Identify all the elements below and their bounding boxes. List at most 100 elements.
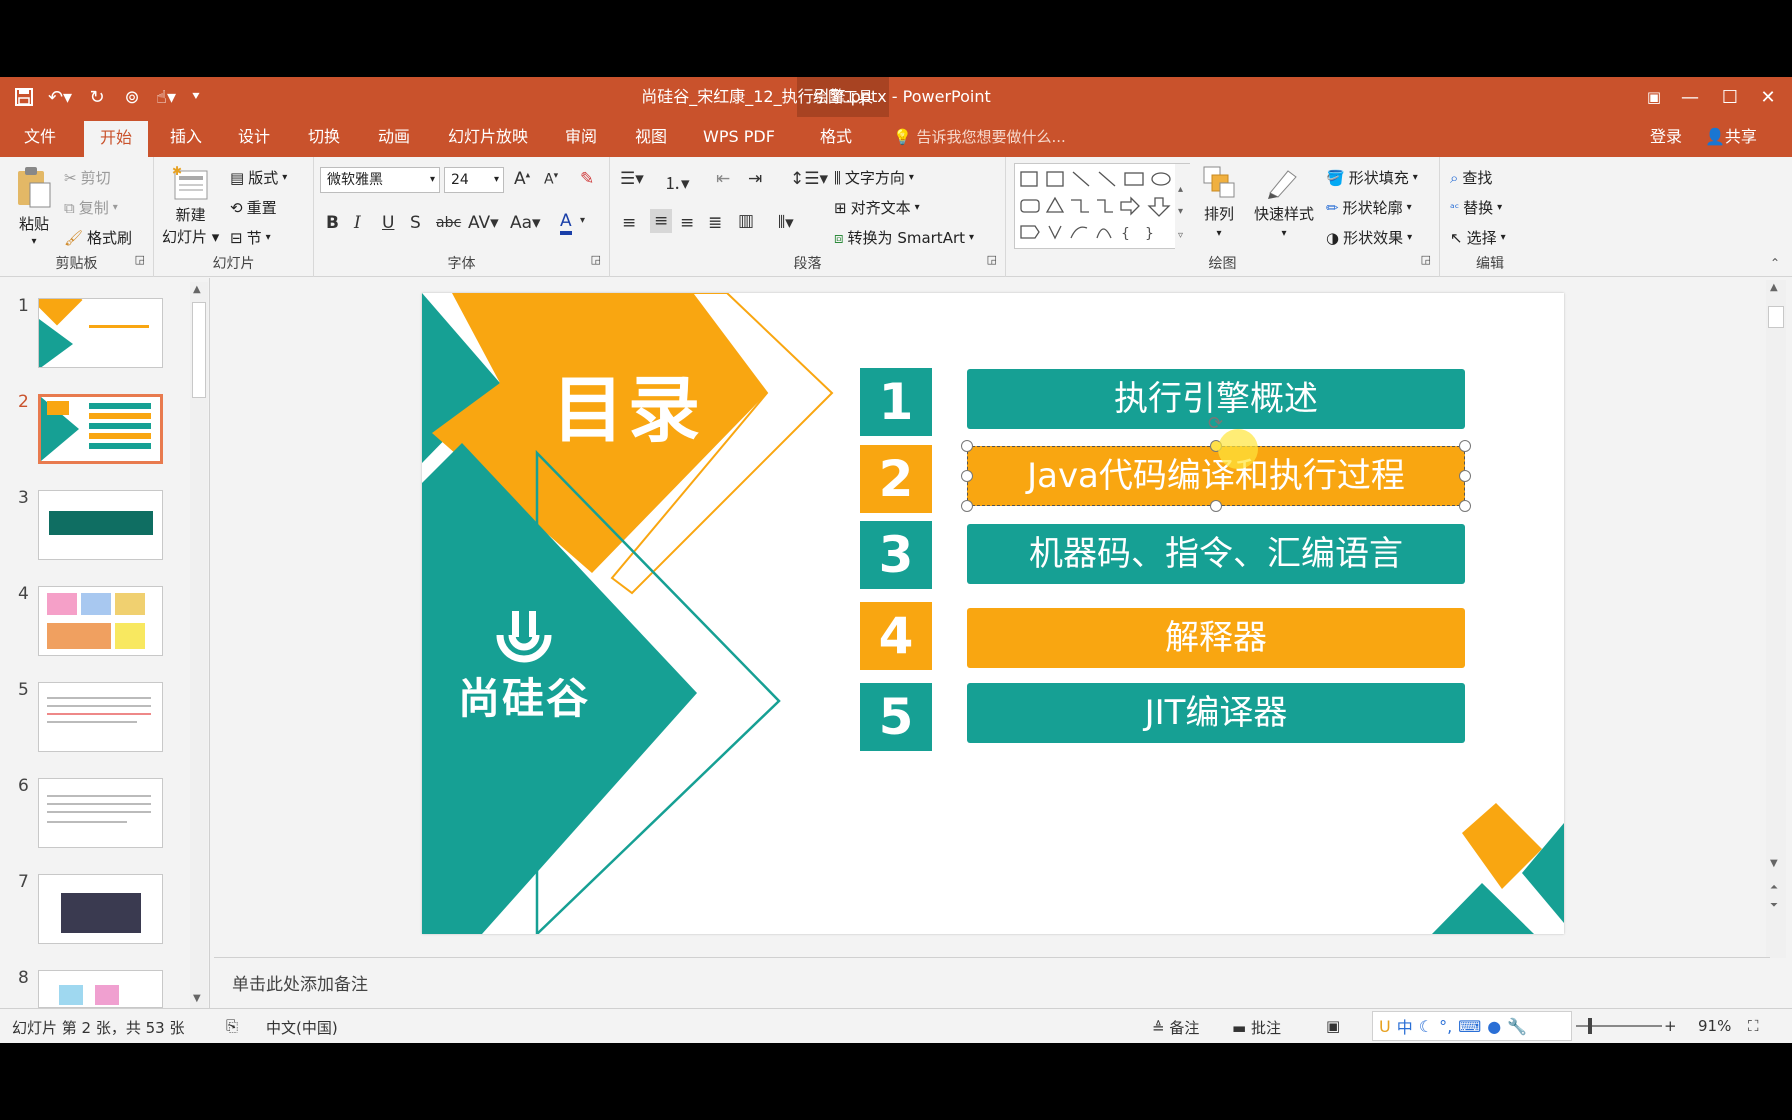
slide-thumbnail-8[interactable] bbox=[38, 970, 163, 1008]
font-color-dropdown-icon[interactable]: ▾ bbox=[580, 215, 585, 226]
rotate-handle-icon[interactable]: ⟳ bbox=[1208, 413, 1223, 434]
text-direction-button[interactable]: ⫼ 文字方向 ▾ bbox=[834, 167, 914, 188]
align-right-icon[interactable]: ≡ bbox=[680, 213, 694, 233]
copy-button[interactable]: ⧉ 复制 ▾ bbox=[64, 197, 118, 218]
font-name-select[interactable]: 微软雅黑 ▾ bbox=[320, 167, 440, 193]
align-center-icon[interactable]: ≡ bbox=[650, 209, 673, 233]
resize-handle[interactable] bbox=[1459, 470, 1471, 482]
resize-handle[interactable] bbox=[961, 500, 973, 512]
tell-me-box[interactable]: 💡 告诉我您想要做什么... bbox=[893, 117, 1066, 157]
slide-canvas[interactable]: 目录 尚硅谷 1 执行引擎概述 2 Java代码编译和执行过程 ⟳ 3 机器码、… bbox=[422, 293, 1564, 934]
distributed-icon[interactable]: ▥ bbox=[738, 211, 754, 231]
quick-styles-button[interactable]: 快速样式 ▾ bbox=[1254, 165, 1314, 239]
slide-thumbnail-5[interactable] bbox=[38, 682, 163, 752]
new-slide-button[interactable]: ✱ 新建 幻灯片 ▾ bbox=[162, 165, 219, 247]
thumbnail-scrollbar[interactable]: ▲ ▼ bbox=[190, 282, 208, 1008]
line-spacing-icon[interactable]: ↕☰▾ bbox=[790, 169, 828, 189]
slide-thumbnail-6[interactable] bbox=[38, 778, 163, 848]
comments-toggle[interactable]: ▬ 批注 bbox=[1232, 1017, 1281, 1038]
arrange-button[interactable]: 排列 ▾ bbox=[1202, 165, 1236, 239]
ime-toolbar[interactable]: U 中 ☾ °, ⌨ ● 🔧 bbox=[1372, 1011, 1572, 1041]
text-shadow-icon[interactable]: S bbox=[410, 213, 421, 233]
resize-handle[interactable] bbox=[1459, 500, 1471, 512]
grow-font-icon[interactable]: A▴ bbox=[514, 169, 530, 189]
toc-item[interactable]: 解释器 bbox=[967, 608, 1465, 668]
shape-outline-button[interactable]: ✏ 形状轮廓 ▾ bbox=[1326, 197, 1412, 218]
drawing-dialog-launcher-icon[interactable]: ◲ bbox=[1421, 253, 1431, 266]
scroll-up-icon[interactable]: ▲ bbox=[193, 284, 201, 295]
canvas-scroll-up-icon[interactable]: ▲ bbox=[1770, 282, 1778, 293]
tab-slideshow[interactable]: 幻灯片放映 bbox=[440, 117, 536, 157]
align-left-icon[interactable]: ≡ bbox=[622, 213, 636, 233]
ribbon-display-options-icon[interactable]: ▣ bbox=[1636, 81, 1672, 113]
bold-icon[interactable]: B bbox=[326, 213, 339, 233]
columns-icon[interactable]: ⫴▾ bbox=[778, 213, 794, 233]
spellcheck-icon[interactable]: ⎘ bbox=[226, 1017, 238, 1035]
replace-button[interactable]: ᵃᶜ 替换 ▾ bbox=[1450, 197, 1502, 218]
strikethrough-icon[interactable]: abc bbox=[436, 215, 461, 231]
convert-smartart-button[interactable]: ⧈ 转换为 SmartArt ▾ bbox=[834, 227, 974, 248]
notes-placeholder[interactable]: 单击此处添加备注 bbox=[232, 970, 368, 995]
slide-thumbnail-1[interactable] bbox=[38, 298, 163, 368]
cut-button[interactable]: ✂ 剪切 bbox=[64, 167, 111, 188]
font-dialog-launcher-icon[interactable]: ◲ bbox=[591, 253, 601, 266]
fit-to-window-icon[interactable]: ⛶ bbox=[1748, 1017, 1759, 1035]
increase-indent-icon[interactable]: ⇥ bbox=[748, 169, 762, 189]
dialog-launcher-icon[interactable]: ◲ bbox=[135, 253, 145, 266]
shape-effects-button[interactable]: ◑ 形状效果 ▾ bbox=[1326, 227, 1412, 248]
slide-thumbnail-2[interactable] bbox=[38, 394, 163, 464]
canvas-scrollbar[interactable]: ▲ ▼ ⏶ ⏷ bbox=[1766, 280, 1786, 958]
reset-button[interactable]: ⟲ 重置 bbox=[230, 197, 277, 218]
toc-item[interactable]: 机器码、指令、汇编语言 bbox=[967, 524, 1465, 584]
tab-home[interactable]: 开始 bbox=[84, 121, 148, 157]
justify-icon[interactable]: ≣ bbox=[708, 213, 722, 233]
tab-design[interactable]: 设计 bbox=[228, 117, 280, 157]
paste-button[interactable]: 粘贴 ▾ bbox=[14, 165, 54, 247]
resize-handle[interactable] bbox=[1210, 500, 1222, 512]
scroll-thumb[interactable] bbox=[192, 302, 206, 398]
paragraph-dialog-launcher-icon[interactable]: ◲ bbox=[987, 253, 997, 266]
numbering-icon[interactable]: ⒈▾ bbox=[664, 169, 690, 194]
tab-animations[interactable]: 动画 bbox=[368, 117, 420, 157]
scroll-down-icon[interactable]: ▼ bbox=[193, 993, 201, 1004]
notes-pane[interactable]: 单击此处添加备注 bbox=[214, 957, 1770, 1008]
toc-item[interactable]: JIT编译器 bbox=[967, 683, 1465, 743]
maximize-icon[interactable]: ☐ bbox=[1712, 81, 1748, 113]
resize-handle[interactable] bbox=[961, 470, 973, 482]
font-size-select[interactable]: 24 ▾ bbox=[444, 167, 504, 193]
font-color-icon[interactable]: A bbox=[560, 211, 572, 235]
section-button[interactable]: ⊟ 节 ▾ bbox=[230, 227, 271, 248]
minimize-icon[interactable]: — bbox=[1672, 81, 1708, 113]
slide-thumbnail-4[interactable] bbox=[38, 586, 163, 656]
close-icon[interactable]: ✕ bbox=[1750, 81, 1786, 113]
tab-file[interactable]: 文件 bbox=[12, 117, 68, 157]
tab-review[interactable]: 审阅 bbox=[555, 117, 607, 157]
canvas-scroll-thumb[interactable] bbox=[1768, 306, 1784, 328]
decrease-indent-icon[interactable]: ⇤ bbox=[716, 169, 730, 189]
slide-thumbnail-3[interactable] bbox=[38, 490, 163, 560]
change-case-icon[interactable]: Aa▾ bbox=[510, 213, 541, 233]
resize-handle[interactable] bbox=[1459, 440, 1471, 452]
shrink-font-icon[interactable]: A▾ bbox=[544, 171, 558, 188]
italic-icon[interactable]: I bbox=[354, 213, 361, 233]
format-painter-button[interactable]: 🖌 格式刷 bbox=[64, 227, 132, 248]
zoom-in-icon[interactable]: + bbox=[1664, 1017, 1677, 1035]
character-spacing-icon[interactable]: AV▾ bbox=[468, 213, 499, 233]
tab-wps-pdf[interactable]: WPS PDF bbox=[695, 117, 783, 157]
zoom-slider-thumb[interactable] bbox=[1588, 1018, 1592, 1034]
find-button[interactable]: ⌕ 查找 bbox=[1450, 167, 1492, 188]
sign-in-link[interactable]: 登录 bbox=[1650, 117, 1682, 157]
previous-slide-icon[interactable]: ⏶ bbox=[1770, 882, 1778, 893]
shapes-gallery[interactable]: {} ▴ ▾ ▿ bbox=[1014, 163, 1191, 250]
collapse-ribbon-icon[interactable]: ⌃ bbox=[1770, 256, 1780, 270]
clear-formatting-icon[interactable]: ✎ bbox=[580, 169, 594, 189]
next-slide-icon[interactable]: ⏷ bbox=[1770, 900, 1778, 911]
bullets-icon[interactable]: ☰▾ bbox=[620, 169, 644, 189]
language-indicator[interactable]: 中文(中国) bbox=[266, 1017, 338, 1038]
tab-format[interactable]: 格式 bbox=[804, 117, 868, 157]
canvas-scroll-down-icon[interactable]: ▼ bbox=[1770, 858, 1778, 869]
normal-view-icon[interactable]: ▣ bbox=[1326, 1017, 1340, 1035]
slide-thumbnail-7[interactable] bbox=[38, 874, 163, 944]
resize-handle[interactable] bbox=[961, 440, 973, 452]
select-button[interactable]: ↖ 选择 ▾ bbox=[1450, 227, 1506, 248]
